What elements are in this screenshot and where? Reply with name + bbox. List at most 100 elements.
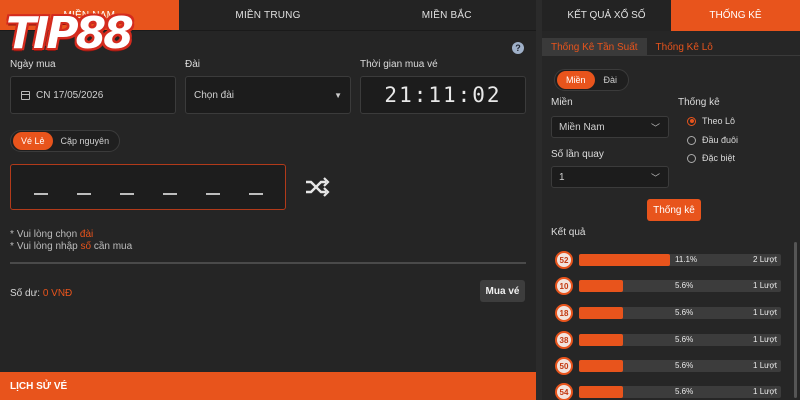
frequency-fill <box>579 307 624 319</box>
dai-label: Đài <box>185 59 201 70</box>
result-row: 52 11.1% 2 Lượt <box>555 249 788 271</box>
date-field[interactable]: CN 17/05/2026 <box>10 76 176 114</box>
digit-slot[interactable] <box>33 193 48 195</box>
logo-text: TIP88 <box>6 7 134 59</box>
date-value: CN 17/05/2026 <box>36 89 104 101</box>
ticket-panel: MIỀN NAM MIỀN TRUNG MIỀN BẮC TIP88 ? Ngà… <box>0 0 536 400</box>
radio-label: Theo Lô <box>702 116 736 126</box>
ticket-type-toggle: Vé Lẻ Cặp nguyên <box>10 130 121 152</box>
tab-ket-qua[interactable]: KẾT QUẢ XỔ SỐ <box>542 0 671 31</box>
radio-dac-biet[interactable]: Đặc biệt <box>687 153 735 163</box>
quay-select[interactable]: 1 ﹀ <box>551 166 669 188</box>
result-row: 18 5.6% 1 Lượt <box>555 302 788 324</box>
radio-icon <box>687 153 696 163</box>
stats-panel: KẾT QUẢ XỔ SỐ THỐNG KÊ Thống Kê Tần Suất… <box>542 0 800 400</box>
radio-icon <box>687 135 696 145</box>
frequency-percent: 5.6% <box>675 361 694 370</box>
hint-highlight: số <box>80 241 92 252</box>
radio-theo-lo[interactable]: Theo Lô <box>687 116 735 126</box>
stats-sub-tabs: Thống Kê Tần Suất Thống Kê Lô <box>542 38 800 56</box>
digit-slot[interactable] <box>205 193 220 195</box>
thongke-label: Thống kê <box>678 97 720 108</box>
balance: Số dư: 0 VNĐ <box>10 288 72 299</box>
frequency-bar: 11.1% 2 Lượt <box>579 254 781 266</box>
frequency-percent: 5.6% <box>675 281 694 290</box>
frequency-fill <box>579 360 624 372</box>
chevron-down-icon: ﹀ <box>650 122 660 133</box>
frequency-fill <box>579 386 624 398</box>
stats-tabs: KẾT QUẢ XỔ SỐ THỐNG KÊ <box>542 0 800 31</box>
pill-dai[interactable]: Đài <box>595 71 627 89</box>
frequency-bar: 5.6% 1 Lượt <box>579 307 781 319</box>
digit-slot[interactable] <box>162 193 177 195</box>
frequency-count: 1 Lượt <box>753 335 777 344</box>
result-row: 10 5.6% 1 Lượt <box>555 275 788 297</box>
date-label: Ngày mua <box>10 59 56 70</box>
frequency-percent: 11.1% <box>675 255 698 264</box>
calendar-icon <box>21 90 30 100</box>
tab-thong-ke[interactable]: THỐNG KÊ <box>671 0 800 31</box>
buy-ticket-button[interactable]: Mua vé <box>480 280 525 302</box>
radio-dau-duoi[interactable]: Đầu đuôi <box>687 135 738 145</box>
frequency-percent: 5.6% <box>675 335 694 344</box>
mien-value: Miền Nam <box>559 121 605 133</box>
results-title: Kết quả <box>551 227 586 238</box>
hint-enter-number: * Vui lòng nhập số cần mua <box>10 241 133 252</box>
subtab-tan-suat[interactable]: Thống Kê Tần Suất <box>542 38 647 56</box>
quay-label: Số lần quay <box>551 149 604 160</box>
frequency-fill <box>579 254 670 266</box>
digit-slot[interactable] <box>76 193 91 195</box>
balance-label: Số dư: <box>10 288 43 299</box>
time-label: Thời gian mua vé <box>360 59 438 70</box>
hint-highlight: đài <box>79 229 94 240</box>
number-ball: 10 <box>555 277 573 295</box>
frequency-bar: 5.6% 1 Lượt <box>579 360 781 372</box>
radio-selected-icon <box>687 116 696 126</box>
frequency-bar: 5.6% 1 Lượt <box>579 386 781 398</box>
tab-mien-bac[interactable]: MIỀN BẮC <box>357 0 536 30</box>
subtab-lo[interactable]: Thống Kê Lô <box>647 38 722 56</box>
hint-text: cần mua <box>91 241 133 252</box>
result-row: 38 5.6% 1 Lượt <box>555 329 788 351</box>
result-row: 54 5.6% 1 Lượt <box>555 381 788 400</box>
number-ball: 54 <box>555 383 573 400</box>
hint-text: Vui lòng chọn <box>16 229 80 240</box>
frequency-percent: 5.6% <box>675 387 694 396</box>
frequency-count: 2 Lượt <box>753 255 777 264</box>
divider <box>10 262 526 264</box>
pill-mien[interactable]: Miền <box>557 71 595 89</box>
radio-label: Đặc biệt <box>702 153 736 163</box>
frequency-count: 1 Lượt <box>753 281 777 290</box>
ticket-history-header[interactable]: LỊCH SỬ VÉ <box>0 372 536 400</box>
frequency-bar: 5.6% 1 Lượt <box>579 280 781 292</box>
digit-slot[interactable] <box>248 193 263 195</box>
radio-label: Đầu đuôi <box>702 135 739 145</box>
help-icon[interactable]: ? <box>512 42 524 54</box>
frequency-count: 1 Lượt <box>753 361 777 370</box>
frequency-count: 1 Lượt <box>753 387 777 396</box>
mien-select[interactable]: Miền Nam ﹀ <box>551 116 669 138</box>
scope-toggle: Miền Đài <box>554 69 630 91</box>
number-ball: 38 <box>555 331 573 349</box>
frequency-fill <box>579 280 624 292</box>
frequency-percent: 5.6% <box>675 308 694 317</box>
result-row: 50 5.6% 1 Lượt <box>555 355 788 377</box>
toggle-ve-le[interactable]: Vé Lẻ <box>13 132 53 150</box>
frequency-count: 1 Lượt <box>753 308 777 317</box>
frequency-bar: 5.6% 1 Lượt <box>579 334 781 346</box>
run-stats-button[interactable]: Thống kê <box>647 199 701 221</box>
number-ball: 50 <box>555 357 573 375</box>
results-scrollbar[interactable] <box>794 242 797 398</box>
number-input-box[interactable] <box>10 164 286 210</box>
dai-select[interactable]: Chọn đài ▼ <box>185 76 351 114</box>
shuffle-icon[interactable] <box>304 176 330 198</box>
balance-amount: 0 VNĐ <box>42 288 73 299</box>
brand-logo: TIP88 <box>6 6 166 60</box>
digit-slot[interactable] <box>119 193 134 195</box>
caret-down-icon: ▼ <box>334 90 342 100</box>
hint-text: Vui lòng nhập <box>16 241 81 252</box>
toggle-cap-nguyen[interactable]: Cặp nguyên <box>53 132 118 150</box>
number-ball: 52 <box>555 251 573 269</box>
tab-mien-trung[interactable]: MIỀN TRUNG <box>179 0 358 30</box>
countdown-clock: 21:11:02 <box>360 76 526 114</box>
